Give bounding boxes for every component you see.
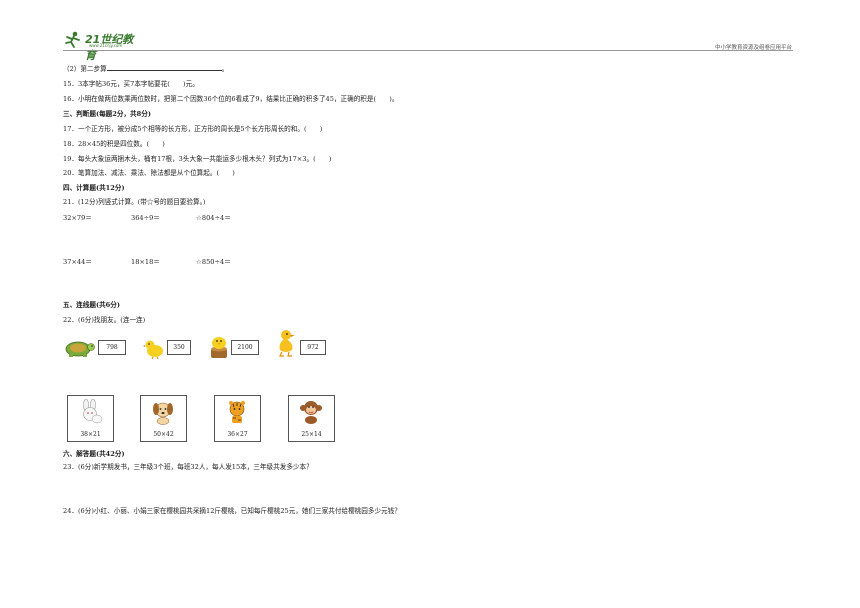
- calc-item: 32×79＝: [63, 214, 92, 222]
- section-5-title: 五、连线题(共6分): [63, 301, 120, 309]
- question-21: 21．(12分)列竖式计算。(带☆号的题目要验算。): [63, 198, 206, 206]
- monkey-icon: [300, 401, 322, 424]
- number-box: 798: [98, 340, 126, 355]
- number-box: 972: [300, 340, 326, 355]
- chick-on-stump-icon: [211, 337, 227, 358]
- site-logo: 21世纪教育 www.21cnjy.com: [63, 30, 143, 62]
- question-15: 15．3本字帖36元，买7本字帖要花( )元。: [63, 80, 199, 88]
- multiplication-label: 38×21: [80, 431, 101, 438]
- question-18: 18．28×45的积是四位数。( ): [63, 140, 165, 148]
- animal-card: 25×14: [288, 395, 335, 442]
- tiger-icon: [229, 401, 245, 423]
- multiplication-label: 50×42: [153, 431, 174, 438]
- logo-url: www.21cnjy.com: [89, 43, 123, 48]
- header-divider: [63, 50, 793, 51]
- question-24: 24．(6分)小红、小丽、小娟三家在樱桃园共采摘12斤樱桃，已知每斤樱桃25元，…: [63, 507, 401, 515]
- question-23: 23．(6分)新学期发书，三年级3个班，每班32人，每人发15本，三年级共发多少…: [63, 463, 313, 471]
- dog-icon: [153, 402, 173, 425]
- animal-card: 36×27: [214, 395, 261, 442]
- section-6-title: 六、解答题(共42分): [63, 450, 125, 458]
- multiplication-label: 36×27: [227, 431, 248, 438]
- question-19: 19．每头大象运两捆木头，桶有17根，3头大象一共能运多少根木头？列式为17×3…: [63, 155, 332, 163]
- rabbit-icon: [83, 399, 103, 424]
- calc-item: ☆850÷4＝: [196, 258, 231, 266]
- number-box: 350: [167, 340, 191, 355]
- duck-icon: [279, 330, 295, 357]
- animal-card: 50×42: [140, 395, 187, 442]
- question-20: 20．笔算加法、减法、乘法、除法都是从个位算起。( ): [63, 169, 235, 177]
- section-4-title: 四、计算题(共12分): [63, 184, 125, 192]
- question-17: 17．一个正方形，被分成5个相等的长方形，正方形的周长是5个长方形周长的和。( …: [63, 125, 323, 133]
- question-16: 16．小明在做两位数乘两位数时，把第二个因数36个位的6看成了9，结果比正确的积…: [63, 95, 399, 103]
- turtle-icon: [65, 341, 95, 357]
- question-14-step2: （2）第二步算。: [63, 65, 229, 73]
- multiplication-label: 25×14: [301, 431, 322, 438]
- animal-card: 38×21: [67, 395, 114, 442]
- calc-item: ☆804÷4＝: [196, 214, 231, 222]
- section-3-title: 三、判断题(每题2分，共8分): [63, 110, 151, 118]
- calc-item: 37×44＝: [63, 258, 92, 266]
- chick-icon: [143, 340, 163, 359]
- calc-item: 364÷9＝: [131, 214, 160, 222]
- question-22: 22．(6分)找朋友。(连一连): [63, 316, 146, 324]
- calc-item: 18×18＝: [131, 258, 160, 266]
- runner-icon: [65, 31, 80, 48]
- answer-blank: [106, 65, 222, 71]
- number-box: 2100: [231, 340, 259, 355]
